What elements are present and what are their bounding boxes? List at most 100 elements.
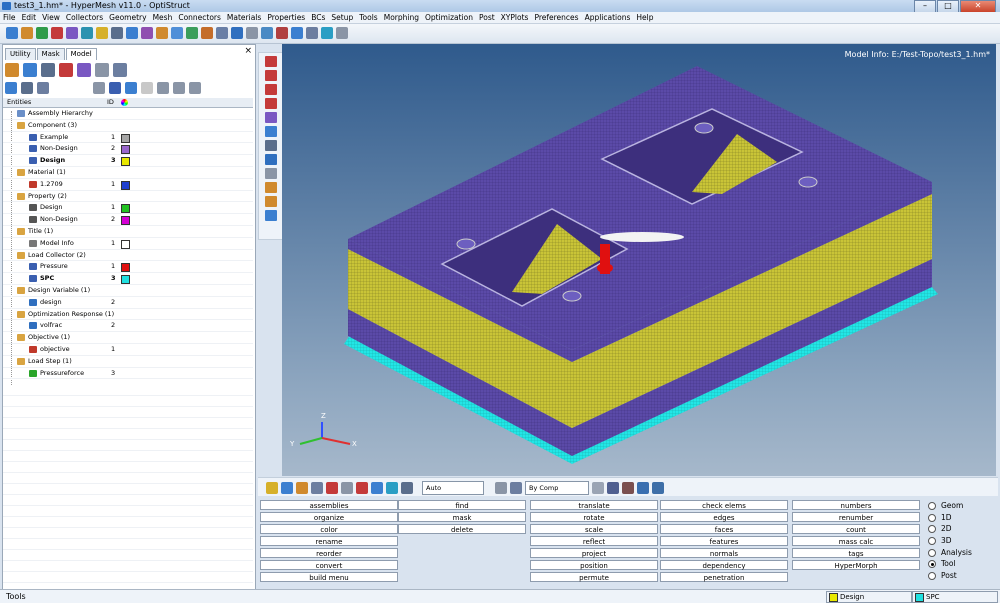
toolbar-tool-6-icon[interactable]: [81, 27, 93, 39]
features-button[interactable]: features: [660, 536, 788, 546]
id-column-header[interactable]: ID: [107, 98, 114, 107]
browser-tool-5-icon[interactable]: [77, 63, 91, 77]
toolbar-tool-1-icon[interactable]: [6, 27, 18, 39]
radio-indicator[interactable]: [928, 536, 936, 545]
tree-row[interactable]: Example 1: [3, 132, 253, 144]
mask-button[interactable]: mask: [398, 512, 526, 522]
browser-tool-6-icon[interactable]: [95, 63, 109, 77]
tree-row[interactable]: Pressureforce 3: [3, 368, 253, 380]
tree-row[interactable]: Component (3): [3, 120, 253, 132]
toolbar-tool-5-icon[interactable]: [66, 27, 78, 39]
radio-2d[interactable]: 2D: [928, 523, 972, 535]
tree-row[interactable]: Property (2): [3, 191, 253, 203]
toolbar-tool-12-icon[interactable]: [171, 27, 183, 39]
rotate-button[interactable]: rotate: [530, 512, 658, 522]
side-tool-6-icon[interactable]: [265, 126, 277, 137]
element-shade-icon[interactable]: [607, 482, 619, 494]
side-tool-3-icon[interactable]: [265, 84, 277, 95]
renumber-button[interactable]: renumber: [792, 512, 920, 522]
tags-button[interactable]: tags: [792, 548, 920, 558]
viz-tool-9-icon[interactable]: [386, 482, 398, 494]
assemblies-button[interactable]: assemblies: [260, 500, 398, 510]
viz-tool-3-icon[interactable]: [296, 482, 308, 494]
browser-view-tool-5-icon[interactable]: [109, 82, 121, 94]
radio-1d[interactable]: 1D: [928, 512, 972, 524]
toolbar-tool-20-icon[interactable]: [291, 27, 303, 39]
radio-geom[interactable]: Geom: [928, 500, 972, 512]
tree-row[interactable]: SPC 3: [3, 273, 253, 285]
menu-morphing[interactable]: Morphing: [381, 12, 422, 23]
toolbar-tool-15-icon[interactable]: [216, 27, 228, 39]
scale-button[interactable]: scale: [530, 524, 658, 534]
viz-tool-8-icon[interactable]: [371, 482, 383, 494]
menu-optimization[interactable]: Optimization: [422, 12, 476, 23]
browser-tool-1-icon[interactable]: [5, 63, 19, 77]
check-elems-button[interactable]: check elems: [660, 500, 788, 510]
radio-indicator[interactable]: [928, 560, 936, 569]
toolbar-tool-13-icon[interactable]: [186, 27, 198, 39]
radio-indicator[interactable]: [928, 525, 936, 534]
viz-tool-5-icon[interactable]: [326, 482, 338, 494]
radio-3d[interactable]: 3D: [928, 535, 972, 547]
toolbar-tool-22-icon[interactable]: [321, 27, 333, 39]
side-tool-10-icon[interactable]: [265, 182, 277, 193]
tree-row[interactable]: Title (1): [3, 226, 253, 238]
tree-row[interactable]: Non-Design 2: [3, 214, 253, 226]
side-tool-1-icon[interactable]: [265, 56, 277, 67]
viz-tool-6-icon[interactable]: [341, 482, 353, 494]
menu-materials[interactable]: Materials: [224, 12, 264, 23]
display-mode-dropdown[interactable]: Auto: [422, 481, 484, 495]
tree-row[interactable]: Design Variable (1): [3, 285, 253, 297]
menu-mesh[interactable]: Mesh: [150, 12, 176, 23]
toolbar-tool-17-icon[interactable]: [246, 27, 258, 39]
side-tool-7-icon[interactable]: [265, 140, 277, 151]
menu-bcs[interactable]: BCs: [308, 12, 328, 23]
side-tool-12-icon[interactable]: [265, 210, 277, 221]
toolbar-tool-19-icon[interactable]: [276, 27, 288, 39]
browser-tool-7-icon[interactable]: [113, 63, 127, 77]
side-tool-8-icon[interactable]: [265, 154, 277, 165]
rename-button[interactable]: rename: [260, 536, 398, 546]
tree-row[interactable]: Model Info 1: [3, 238, 253, 250]
menu-connectors[interactable]: Connectors: [175, 12, 224, 23]
radio-analysis[interactable]: Analysis: [928, 547, 972, 559]
browser-view-tool-4-icon[interactable]: [93, 82, 105, 94]
browser-tool-2-icon[interactable]: [23, 63, 37, 77]
side-tool-2-icon[interactable]: [265, 70, 277, 81]
toolbar-tool-23-icon[interactable]: [336, 27, 348, 39]
tab-model[interactable]: Model: [65, 48, 97, 60]
browser-view-tool-9-icon[interactable]: [173, 82, 185, 94]
browser-view-tool-3-icon[interactable]: [37, 82, 49, 94]
toolbar-tool-3-icon[interactable]: [36, 27, 48, 39]
find-button[interactable]: find: [398, 500, 526, 510]
normals-button[interactable]: normals: [660, 548, 788, 558]
menu-geometry[interactable]: Geometry: [106, 12, 149, 23]
tree-row[interactable]: Assembly Hierarchy: [3, 108, 253, 120]
color-swatch[interactable]: [121, 263, 130, 273]
project-button[interactable]: project: [530, 548, 658, 558]
penetration-button[interactable]: penetration: [660, 572, 788, 582]
side-tool-9-icon[interactable]: [265, 168, 277, 179]
tree-row[interactable]: Design 1: [3, 202, 253, 215]
browser-tool-3-icon[interactable]: [41, 63, 55, 77]
tree-row[interactable]: Load Step (1): [3, 356, 253, 368]
numbers-button[interactable]: numbers: [792, 500, 920, 510]
color-by-dropdown[interactable]: By Comp: [525, 481, 589, 495]
viz-tool-1-icon[interactable]: [266, 482, 278, 494]
toolbar-tool-7-icon[interactable]: [96, 27, 108, 39]
color-swatch[interactable]: [121, 157, 130, 167]
radio-post[interactable]: Post: [928, 570, 972, 582]
reflect-button[interactable]: reflect: [530, 536, 658, 546]
permute-button[interactable]: permute: [530, 572, 658, 582]
radio-indicator[interactable]: [928, 513, 936, 522]
tree-row[interactable]: objective 1: [3, 344, 253, 356]
menu-edit[interactable]: Edit: [19, 12, 40, 23]
tree-row[interactable]: Material (1): [3, 167, 253, 179]
browser-view-tool-10-icon[interactable]: [189, 82, 201, 94]
browser-tool-4-icon[interactable]: [59, 63, 73, 77]
viz-tool-10-icon[interactable]: [401, 482, 413, 494]
model-render[interactable]: [282, 44, 996, 476]
menu-xyplots[interactable]: XYPlots: [498, 12, 532, 23]
reorder-button[interactable]: reorder: [260, 548, 398, 558]
color-button[interactable]: color: [260, 524, 398, 534]
